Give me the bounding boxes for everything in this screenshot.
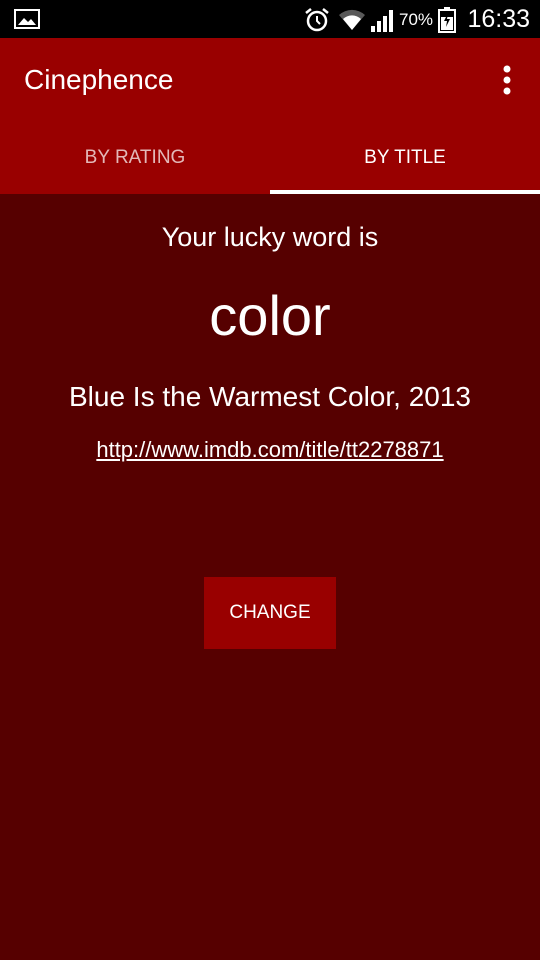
tab-by-rating-label: BY RATING [84,147,186,168]
change-button[interactable]: CHANGE [204,577,336,649]
tab-by-rating[interactable]: BY RATING [0,122,270,194]
imdb-link[interactable]: http://www.imdb.com/title/tt2278871 [0,436,540,464]
wifi-icon [339,9,365,30]
status-clock: 16:33 [467,5,530,33]
tab-bar: BY RATING BY TITLE [0,122,540,194]
battery-icon [438,7,456,33]
tab-by-title-label: BY TITLE [364,147,446,168]
app-title: Cinephence [24,64,174,95]
alarm-icon [305,8,329,32]
lucky-word: color [209,284,331,347]
battery-percent: 70% [399,10,434,29]
more-vertical-icon[interactable] [492,60,522,100]
tab-by-title[interactable]: BY TITLE [270,122,540,194]
main-content: Your lucky word is color Blue Is the War… [0,194,540,960]
lucky-word-label: Your lucky word is [161,222,379,252]
signal-icon [371,10,393,32]
picture-icon [14,9,40,29]
status-bar: 70% 16:33 [0,0,540,38]
movie-title: Blue Is the Warmest Color, 2013 [68,381,472,412]
app-bar: Cinephence BY RATING BY TITLE [0,38,540,194]
